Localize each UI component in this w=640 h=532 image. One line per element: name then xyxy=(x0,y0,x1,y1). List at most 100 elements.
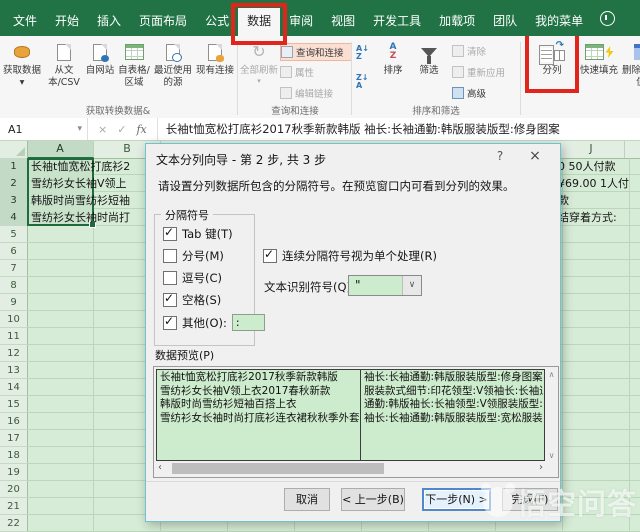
insert-function-icon[interactable]: fx xyxy=(136,123,146,136)
cancel-entry-icon[interactable]: × xyxy=(98,123,107,136)
dialog-help-icon[interactable]: ? xyxy=(488,149,512,163)
cell-j1[interactable]: 0 50人付款 xyxy=(558,158,640,175)
checkbox-comma[interactable] xyxy=(163,271,177,285)
cell-a3[interactable]: 韩版时尚雪纺衫短袖 xyxy=(31,192,147,209)
from-web-button[interactable]: 自网站 xyxy=(84,41,116,77)
row-header[interactable]: 22 xyxy=(0,515,27,532)
preview-column-divider[interactable] xyxy=(360,370,361,460)
name-box[interactable]: A1 ▾ xyxy=(0,118,88,140)
formula-input[interactable]: 长袖t恤宽松打底衫2017秋季新款韩版 袖长:长袖通勤:韩版服装版型:修身图案 xyxy=(158,121,640,137)
checkbox-other[interactable] xyxy=(163,314,177,330)
sort-za-icon: Z↓ A xyxy=(356,73,369,90)
finish-button[interactable]: 完成(F) xyxy=(502,488,558,511)
checkbox-semicolon[interactable] xyxy=(163,249,177,263)
edit-links-button[interactable]: 编辑链接 xyxy=(280,85,350,101)
confirm-entry-icon[interactable]: ✓ xyxy=(117,123,126,136)
row-header[interactable]: 16 xyxy=(0,413,27,430)
from-text-csv-button[interactable]: 从文本/CSV xyxy=(44,41,84,89)
scroll-down-icon[interactable]: ∨ xyxy=(546,451,557,460)
cancel-button[interactable]: 取消 xyxy=(284,488,330,511)
column-header-j[interactable]: J xyxy=(558,140,625,158)
cell-j4[interactable]: 结穿着方式: xyxy=(558,209,640,226)
remove-duplicates-button[interactable]: 删除重复值 xyxy=(621,41,640,89)
cell-a4[interactable]: 雪纺衫女长袖时尚打 xyxy=(31,209,147,226)
row-header[interactable]: 2 xyxy=(0,175,27,192)
tab-formulas[interactable]: 公式 xyxy=(196,8,238,36)
cell-a2[interactable]: 雪纺衫女长袖V领上 xyxy=(31,175,147,192)
row-header[interactable]: 17 xyxy=(0,430,27,447)
row-header[interactable]: 10 xyxy=(0,311,27,328)
tab-review[interactable]: 审阅 xyxy=(280,8,322,36)
row-header[interactable]: 1 xyxy=(0,158,27,175)
reapply-button[interactable]: 重新应用 xyxy=(452,64,516,80)
properties-button[interactable]: 属性 xyxy=(280,64,350,80)
tab-page-layout[interactable]: 页面布局 xyxy=(130,8,196,36)
next-button[interactable]: 下一步(N) > xyxy=(422,488,491,511)
other-delimiter-input[interactable] xyxy=(231,314,265,331)
tell-me-icon[interactable] xyxy=(600,11,616,26)
checkbox-space[interactable] xyxy=(163,291,177,307)
tab-team[interactable]: 团队 xyxy=(484,8,526,36)
row-header[interactable]: 14 xyxy=(0,379,27,396)
tab-view[interactable]: 视图 xyxy=(322,8,364,36)
checkbox-consecutive[interactable] xyxy=(263,247,277,263)
row-header[interactable]: 8 xyxy=(0,277,27,294)
row-header[interactable]: 15 xyxy=(0,396,27,413)
preview-row: 雪纺衫女长袖V领上衣2017春秋新款 xyxy=(160,384,331,397)
clear-filter-button[interactable]: 清除 xyxy=(452,43,516,59)
cell-a1[interactable]: 长袖t恤宽松打底衫2 xyxy=(31,158,147,175)
cell-j2[interactable]: ¥69.00 1人付 xyxy=(558,175,640,192)
advanced-filter-button[interactable]: 高级 xyxy=(452,85,516,101)
scrollbar-thumb[interactable] xyxy=(172,463,384,474)
sort-button[interactable]: AZ 排序 xyxy=(376,41,410,77)
row-header[interactable]: 21 xyxy=(0,498,27,515)
row-header[interactable]: 6 xyxy=(0,243,27,260)
row-header[interactable]: 12 xyxy=(0,345,27,362)
row-header[interactable]: 5 xyxy=(0,226,27,243)
preview-horizontal-scrollbar[interactable]: ‹ › xyxy=(156,462,545,475)
row-header[interactable]: 19 xyxy=(0,464,27,481)
formula-bar: A1 ▾ × ✓ fx 长袖t恤宽松打底衫2017秋季新款韩版 袖长:长袖通勤:… xyxy=(0,118,640,141)
select-all-corner[interactable] xyxy=(0,140,28,159)
get-data-button[interactable]: 获取数据 ▾ xyxy=(2,41,42,89)
text-to-columns-button[interactable]: ↷ 分列 xyxy=(525,32,579,93)
flash-fill-button[interactable]: 快速填充 xyxy=(579,41,619,77)
recent-sources-button[interactable]: 最近使用的源 xyxy=(152,41,194,89)
text-qualifier-dropdown[interactable]: " ∨ xyxy=(348,275,422,296)
filter-button[interactable]: 筛选 xyxy=(412,41,446,77)
sort-ascending-button[interactable]: A↓ Z xyxy=(356,45,369,61)
scroll-right-icon[interactable]: › xyxy=(539,462,543,473)
name-box-dropdown-icon[interactable]: ▾ xyxy=(77,124,82,134)
row-header[interactable]: 3 xyxy=(0,192,27,209)
checkbox-tab[interactable] xyxy=(163,225,177,241)
tab-home[interactable]: 开始 xyxy=(46,8,88,36)
tab-file[interactable]: 文件 xyxy=(4,8,46,36)
tab-my-menu[interactable]: 我的菜单 xyxy=(526,8,592,36)
dialog-close-icon[interactable]: × xyxy=(522,148,548,164)
preview-vertical-scrollbar[interactable]: ∧ ∨ xyxy=(546,369,557,461)
tab-insert[interactable]: 插入 xyxy=(88,8,130,36)
row-header[interactable]: 7 xyxy=(0,260,27,277)
refresh-all-button[interactable]: ↻ 全部刷新 ▾ xyxy=(240,41,278,86)
row-header[interactable]: 13 xyxy=(0,362,27,379)
tab-addins[interactable]: 加载项 xyxy=(430,8,484,36)
scroll-left-icon[interactable]: ‹ xyxy=(158,462,162,473)
row-header[interactable]: 20 xyxy=(0,481,27,498)
column-header-a[interactable]: A xyxy=(27,140,94,158)
tab-data[interactable]: 数据 xyxy=(231,3,288,45)
row-header[interactable]: 11 xyxy=(0,328,27,345)
queries-connections-toggle[interactable]: 查询和连接 xyxy=(280,43,352,61)
row-header[interactable]: 18 xyxy=(0,447,27,464)
cell-j3[interactable]: 款 xyxy=(558,192,640,209)
back-button[interactable]: < 上一步(B) xyxy=(341,488,405,511)
from-table-range-button[interactable]: 自表格/区域 xyxy=(114,41,154,89)
row-header[interactable]: 9 xyxy=(0,294,27,311)
sort-descending-button[interactable]: Z↓ A xyxy=(356,74,369,90)
existing-connections-button[interactable]: 现有连接 xyxy=(196,41,234,77)
chevron-down-icon[interactable]: ∨ xyxy=(402,276,421,295)
sort-icon: AZ xyxy=(389,42,397,61)
preview-column-2: 袖长:长袖通勤:韩版服装版型:修身图案 服装款式细节:印花领型:V领袖长:长袖通… xyxy=(364,371,543,460)
scroll-up-icon[interactable]: ∧ xyxy=(546,370,557,379)
row-header[interactable]: 4 xyxy=(0,209,27,226)
tab-developer[interactable]: 开发工具 xyxy=(364,8,430,36)
